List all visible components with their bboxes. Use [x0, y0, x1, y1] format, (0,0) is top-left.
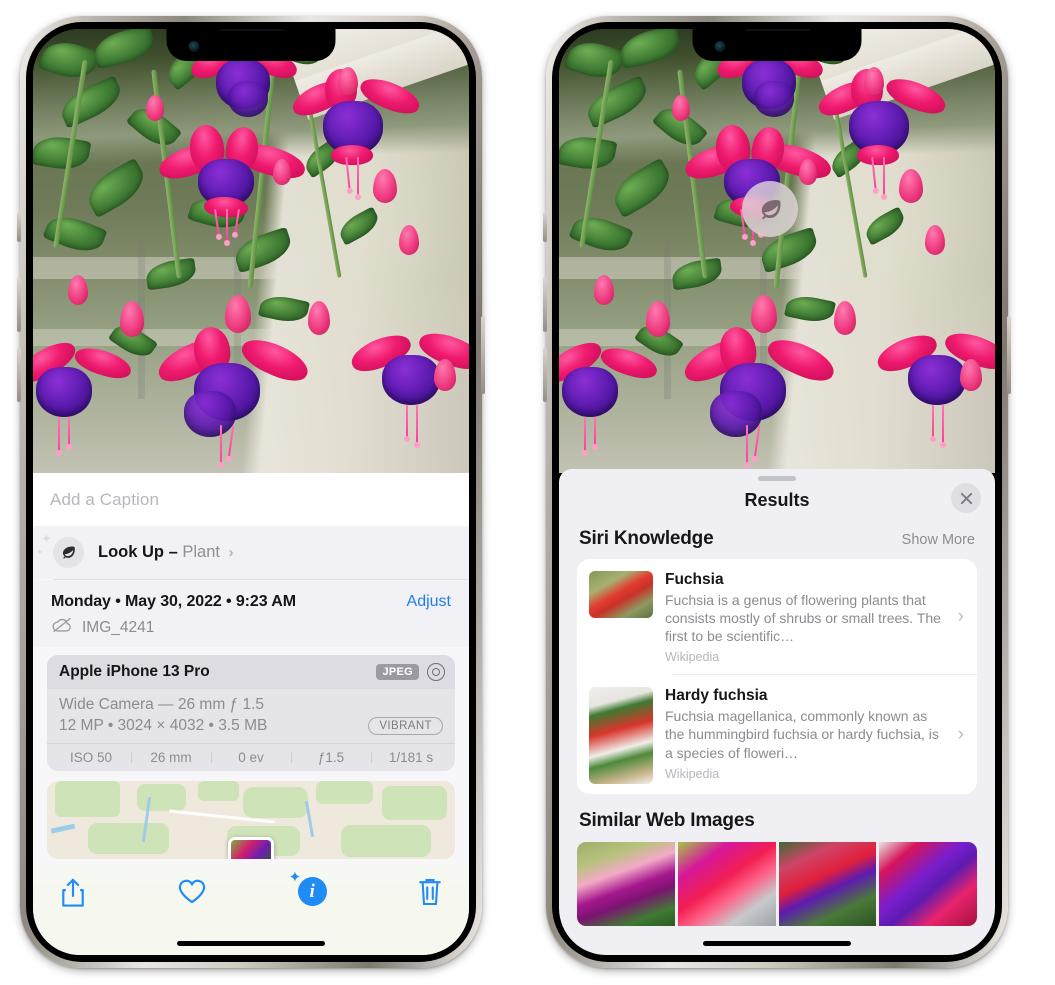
similar-web-images-strip[interactable]	[577, 842, 977, 927]
info-circle: i	[297, 877, 327, 906]
result-description: Fuchsia magellanica, commonly known as t…	[665, 708, 939, 761]
look-up-text: Look Up	[98, 543, 164, 561]
earpiece-speaker	[744, 29, 810, 31]
web-image-thumbnail[interactable]	[879, 842, 977, 927]
knowledge-row[interactable]: Fuchsia Fuchsia is a genus of flowering …	[577, 559, 977, 674]
lens-info: Wide Camera — 26 mm ƒ 1.5	[59, 696, 265, 713]
section-title: Similar Web Images	[579, 810, 755, 832]
result-description: Fuchsia is a genus of flowering plants t…	[665, 591, 941, 645]
front-camera	[188, 41, 200, 52]
section-title: Siri Knowledge	[579, 528, 714, 549]
photo-location-pin	[228, 837, 274, 859]
raw-aperture-icon	[427, 663, 445, 681]
capture-date: Monday • May 30, 2022 • 9:23 AM	[51, 593, 296, 610]
volume-down-button[interactable]	[17, 348, 21, 402]
power-button[interactable]	[481, 316, 485, 394]
exif-stat-ev: 0 ev	[211, 750, 291, 765]
look-up-row[interactable]: ✦ ✦ Look Up – Plant ›	[33, 526, 469, 579]
knowledge-row[interactable]: Hardy fuchsia Fuchsia magellanica, commo…	[577, 675, 977, 794]
photo-viewer[interactable]	[33, 29, 469, 473]
exif-stat-aperture: ƒ1.5	[291, 750, 371, 765]
left-phone: Add a Caption ✦ ✦ Look Up – Plant › Mond…	[17, 16, 485, 968]
sparkle-icon: ✦	[288, 869, 302, 886]
web-image-thumbnail[interactable]	[677, 842, 776, 927]
chevron-right-icon: ›	[957, 723, 964, 745]
trash-icon[interactable]	[417, 877, 443, 912]
similar-web-images-header: Similar Web Images	[559, 794, 995, 842]
info-sparkle-icon[interactable]: ✦ i	[289, 870, 327, 906]
left-phone-screen: Add a Caption ✦ ✦ Look Up – Plant › Mond…	[33, 29, 469, 955]
power-button[interactable]	[1007, 316, 1011, 394]
location-map[interactable]	[47, 781, 455, 859]
exif-stat-focal: 26 mm	[131, 750, 211, 765]
look-up-dash: –	[168, 543, 178, 561]
silent-switch[interactable]	[17, 212, 21, 242]
right-phone: Results Siri Knowledge Show More Fuchsia…	[543, 16, 1011, 968]
icloud-slash-icon	[51, 617, 73, 638]
volume-down-button[interactable]	[543, 348, 547, 402]
size-info: 12 MP • 3024 × 4032 • 3.5 MB	[59, 717, 268, 734]
front-camera	[714, 41, 726, 52]
home-indicator[interactable]	[703, 941, 851, 946]
exif-card[interactable]: Apple iPhone 13 Pro JPEG Wide Camera — 2…	[47, 655, 455, 771]
chevron-right-icon: ›	[957, 605, 964, 627]
format-badge: JPEG	[376, 664, 419, 680]
sparkle-icon: ✦	[41, 531, 52, 546]
result-thumbnail	[589, 571, 653, 618]
screenshot-canvas: Add a Caption ✦ ✦ Look Up – Plant › Mond…	[0, 0, 1055, 985]
result-source: Wikipedia	[665, 650, 720, 665]
look-up-label: Look Up – Plant ›	[98, 543, 234, 562]
heart-icon[interactable]	[177, 877, 207, 910]
web-image-thumbnail[interactable]	[778, 842, 877, 927]
notch	[692, 29, 862, 61]
photographic-style-badge: VIBRANT	[368, 717, 443, 735]
notch	[166, 29, 336, 61]
volume-up-button[interactable]	[17, 278, 21, 332]
adjust-button[interactable]: Adjust	[407, 593, 451, 611]
close-icon[interactable]	[951, 483, 981, 513]
siri-knowledge-card: Fuchsia Fuchsia is a genus of flowering …	[577, 559, 977, 795]
look-up-subject: Plant	[182, 543, 220, 561]
leaf-icon	[742, 181, 798, 237]
device-name: Apple iPhone 13 Pro	[59, 663, 210, 680]
exif-stats-row: ISO 50 26 mm 0 ev ƒ1.5 1/181 s	[47, 743, 455, 771]
results-sheet: Results Siri Knowledge Show More Fuchsia…	[559, 469, 995, 955]
chevron-right-icon: ›	[228, 544, 234, 561]
sparkle-icon-small: ✦	[36, 547, 44, 557]
caption-input[interactable]: Add a Caption	[33, 473, 469, 526]
show-more-button[interactable]: Show More	[902, 532, 975, 548]
share-icon[interactable]	[59, 877, 87, 914]
leaf-icon	[53, 537, 84, 568]
results-header: Results	[559, 481, 995, 525]
exif-stat-shutter: 1/181 s	[371, 750, 451, 765]
result-thumbnail	[589, 687, 653, 785]
metadata-block: Monday • May 30, 2022 • 9:23 AM Adjust I…	[33, 580, 469, 647]
result-title: Hardy fuchsia	[665, 687, 768, 705]
siri-knowledge-header: Siri Knowledge Show More	[559, 525, 995, 559]
filename: IMG_4241	[82, 618, 155, 636]
photo-viewer[interactable]	[559, 29, 995, 473]
visual-look-up-badge[interactable]	[742, 181, 798, 237]
right-phone-screen: Results Siri Knowledge Show More Fuchsia…	[559, 29, 995, 955]
result-title: Fuchsia	[665, 571, 724, 588]
earpiece-speaker	[218, 29, 284, 31]
volume-up-button[interactable]	[543, 278, 547, 332]
web-image-thumbnail[interactable]	[577, 842, 675, 927]
exif-stat-iso: ISO 50	[69, 750, 113, 765]
results-title: Results	[744, 490, 810, 510]
result-source: Wikipedia	[665, 766, 720, 781]
home-indicator[interactable]	[177, 941, 325, 946]
silent-switch[interactable]	[543, 212, 547, 242]
